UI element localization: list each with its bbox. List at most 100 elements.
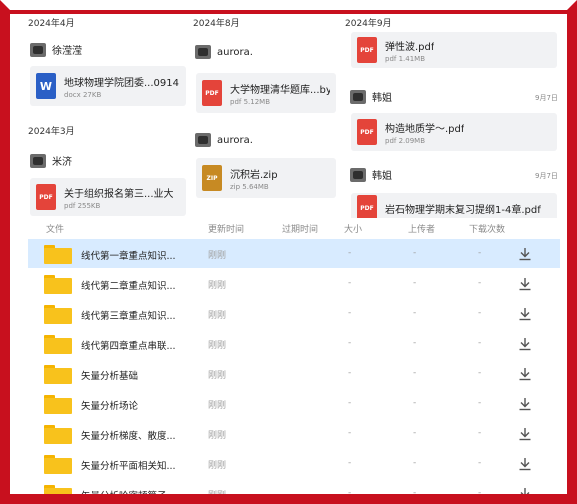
file-size: pdf 5.12MB <box>230 97 271 106</box>
avatar <box>30 153 46 168</box>
row-file-name: 矢量分析平面相关知... <box>81 461 176 472</box>
column-header-expires[interactable]: 过期时间 <box>282 222 318 235</box>
download-icon[interactable] <box>518 336 532 352</box>
row-file-name: 矢量分析梯度、散度... <box>81 431 176 442</box>
avatar <box>350 89 366 104</box>
file-name: 关于组织报名第三...业大 <box>64 188 174 200</box>
row-updated: 刚刚 <box>208 341 227 351</box>
row-updated: 刚刚 <box>208 401 227 411</box>
column-header-size[interactable]: 大小 <box>344 222 362 235</box>
row-uploader: - <box>413 308 417 318</box>
folder-icon <box>44 395 72 414</box>
file-size: pdf 1.41MB <box>385 54 426 63</box>
sender-row: aurora. <box>195 133 253 147</box>
file-name: 地球物理学院团委...0914 <box>64 77 179 89</box>
sender-name: 韩姐 <box>372 171 392 182</box>
table-row[interactable]: 线代第二章重点知识... 刚刚 - - - <box>28 269 560 298</box>
table-row[interactable]: 矢量分析梯度、散度... 刚刚 - - - <box>28 419 560 448</box>
sender-name: aurora. <box>217 134 253 146</box>
row-size: - <box>348 278 352 288</box>
file-card[interactable]: W 地球物理学院团委...0914 docx 27KB <box>30 66 186 106</box>
sender-row: 米济 <box>30 153 72 168</box>
table-row[interactable]: 线代第三章重点知识... 刚刚 - - - <box>28 299 560 328</box>
download-icon[interactable] <box>518 426 532 442</box>
row-size: - <box>348 368 352 378</box>
row-updated: 刚刚 <box>208 491 227 501</box>
file-size: pdf 255KB <box>64 201 101 210</box>
download-icon[interactable] <box>518 486 532 502</box>
file-table: 文件 更新时间 过期时间 大小 上传者 下载次数 线代第一章重点知识... 刚刚… <box>28 218 560 504</box>
folder-icon <box>44 245 72 264</box>
file-name: 沉积岩.zip <box>230 169 278 181</box>
row-downloads: - <box>478 458 482 468</box>
download-icon[interactable] <box>518 276 532 292</box>
file-name: 大学物理清华题库...by <box>230 84 330 96</box>
row-file-name: 线代第三章重点知识... <box>81 311 176 322</box>
file-card[interactable]: PDF 构造地质学～.pdf pdf 2.09MB <box>351 113 557 151</box>
avatar <box>350 167 366 182</box>
row-size: - <box>348 458 352 468</box>
download-icon[interactable] <box>518 306 532 322</box>
file-name: 弹性波.pdf <box>385 41 435 53</box>
table-row[interactable]: 矢量分析基础 刚刚 - - - <box>28 359 560 388</box>
file-card[interactable]: PDF 大学物理清华题库...by pdf 5.12MB <box>196 73 336 113</box>
row-updated: 刚刚 <box>208 371 227 381</box>
row-file-name: 矢量分析基础 <box>81 371 139 382</box>
table-row[interactable]: 线代第一章重点知识... 刚刚 - - - <box>28 239 560 268</box>
file-card[interactable]: PDF 弹性波.pdf pdf 1.41MB <box>351 32 557 68</box>
table-row[interactable]: 矢量分析场论 刚刚 - - - <box>28 389 560 418</box>
download-icon[interactable] <box>518 246 532 262</box>
row-downloads: - <box>478 428 482 438</box>
file-card[interactable]: PDF 关于组织报名第三...业大 pdf 255KB <box>30 178 186 216</box>
download-icon[interactable] <box>518 396 532 412</box>
column-header-uploader[interactable]: 上传者 <box>408 222 435 235</box>
row-uploader: - <box>413 488 417 498</box>
folder-icon <box>44 485 72 504</box>
row-uploader: - <box>413 458 417 468</box>
row-file-name: 线代第二章重点知识... <box>81 281 176 292</box>
row-file-name: 线代第四章重点串联... <box>81 341 176 352</box>
pdf-file-icon: PDF <box>357 119 377 145</box>
row-file-name: 线代第一章重点知识... <box>81 251 176 262</box>
row-downloads: - <box>478 278 482 288</box>
sender-name: aurora. <box>217 46 253 58</box>
word-file-icon: W <box>36 73 56 99</box>
file-card[interactable]: ZIP 沉积岩.zip zip 5.64MB <box>196 158 336 198</box>
column-header-updated[interactable]: 更新时间 <box>208 222 244 235</box>
download-icon[interactable] <box>518 366 532 382</box>
pdf-file-icon: PDF <box>202 80 222 106</box>
pdf-file-icon: PDF <box>36 184 56 210</box>
row-downloads: - <box>478 248 482 258</box>
table-row[interactable]: 矢量分析哈密顿算子 刚刚 - - - <box>28 479 560 504</box>
sender-row: 徐滢滢 <box>30 42 82 57</box>
sender-name: 米济 <box>52 157 72 168</box>
column-header-file[interactable]: 文件 <box>46 222 64 235</box>
sender-row: aurora. <box>195 45 253 59</box>
download-icon[interactable] <box>518 456 532 472</box>
row-size: - <box>348 428 352 438</box>
row-size: - <box>348 488 352 498</box>
message-time: 9月7日 <box>535 94 558 102</box>
sender-row: 韩姐 <box>350 167 392 182</box>
row-downloads: - <box>478 488 482 498</box>
row-uploader: - <box>413 428 417 438</box>
row-downloads: - <box>478 368 482 378</box>
file-size: pdf 2.09MB <box>385 136 426 145</box>
sender-name: 韩姐 <box>372 93 392 104</box>
date-header: 2024年9月 <box>345 19 392 29</box>
avatar <box>30 42 46 57</box>
file-name: 构造地质学～.pdf <box>385 123 465 135</box>
row-downloads: - <box>478 398 482 408</box>
table-row[interactable]: 线代第四章重点串联... 刚刚 - - - <box>28 329 560 358</box>
folder-icon <box>44 455 72 474</box>
row-updated: 刚刚 <box>208 281 227 291</box>
row-uploader: - <box>413 248 417 258</box>
row-updated: 刚刚 <box>208 251 227 261</box>
folder-icon <box>44 365 72 384</box>
row-uploader: - <box>413 278 417 288</box>
row-uploader: - <box>413 368 417 378</box>
table-row[interactable]: 矢量分析平面相关知... 刚刚 - - - <box>28 449 560 478</box>
row-downloads: - <box>478 338 482 348</box>
column-header-downloads[interactable]: 下载次数 <box>469 222 505 235</box>
row-size: - <box>348 308 352 318</box>
